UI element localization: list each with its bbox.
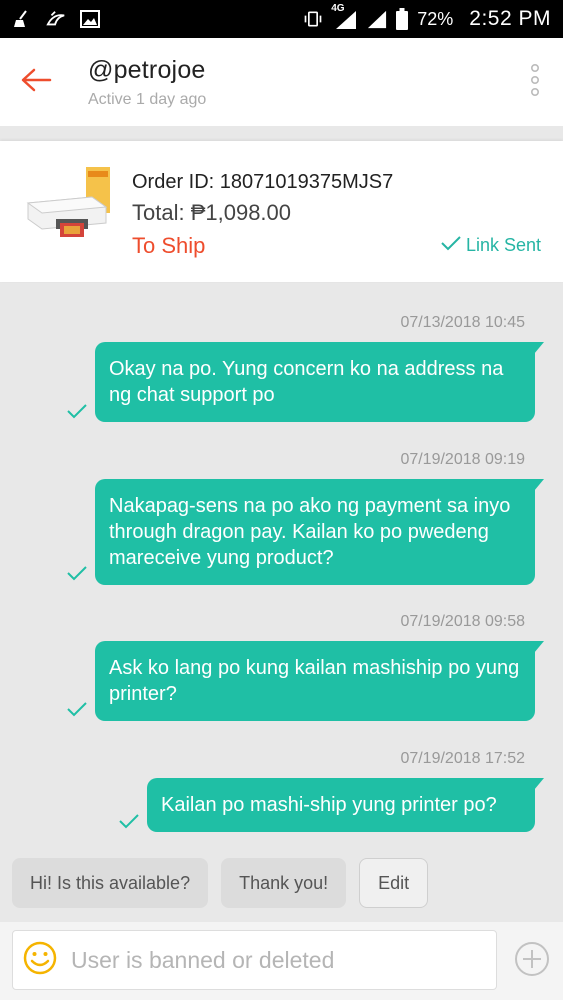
battery-level: 72% [417, 8, 454, 29]
message-timestamp: 07/19/2018 09:58 [400, 613, 525, 630]
order-card[interactable]: Order ID: 18071019375MJS7 Total: ₱1,098.… [0, 141, 563, 282]
vibrate-icon [303, 9, 323, 29]
emoji-button[interactable] [13, 930, 67, 990]
edit-quick-replies-button[interactable]: Edit [359, 858, 429, 908]
signal-icon [367, 9, 387, 29]
check-icon [118, 812, 140, 830]
more-options-button[interactable] [507, 38, 563, 126]
message-timestamp: 07/19/2018 17:52 [400, 750, 525, 767]
message-bubble[interactable]: Nakapag-sens na po ako ng payment sa iny… [95, 479, 544, 585]
check-icon [66, 564, 88, 582]
message-bubble[interactable]: Ask ko lang po kung kailan mashiship po … [95, 641, 544, 721]
link-sent-status: Link Sent [440, 234, 541, 257]
signal-icon: 4G [331, 3, 359, 29]
back-button[interactable] [0, 38, 72, 126]
message-input[interactable]: User is banned or deleted [12, 930, 497, 990]
message-list[interactable]: 07/13/2018 10:45 Okay na po. Yung concer… [0, 282, 563, 852]
message-bubble[interactable]: Kailan po mashi-ship yung printer po? [147, 778, 544, 832]
emoji-icon [23, 941, 57, 980]
chat-header: @petrojoe Active 1 day ago [0, 38, 563, 126]
clock: 2:52 PM [469, 7, 551, 30]
order-id: Order ID: 18071019375MJS7 [132, 171, 394, 193]
printer-product-image [22, 163, 114, 241]
attach-button[interactable] [513, 940, 551, 978]
quick-replies: Hi! Is this available? Thank you! Edit [12, 858, 429, 910]
plus-circle-icon [513, 942, 551, 982]
page-title: @petrojoe [88, 55, 206, 84]
network-type: 4G [331, 3, 345, 14]
bird-icon [46, 9, 66, 29]
broom-icon [12, 9, 32, 29]
link-sent-label: Link Sent [465, 235, 541, 255]
message-timestamp: 07/19/2018 09:19 [400, 451, 525, 468]
check-icon [440, 234, 462, 257]
check-icon [66, 402, 88, 420]
order-total: Total: ₱1,098.00 [132, 200, 292, 225]
order-status: To Ship [132, 233, 206, 258]
input-placeholder: User is banned or deleted [71, 946, 335, 973]
message-bubble[interactable]: Okay na po. Yung concern ko na address n… [95, 342, 544, 422]
back-arrow-icon [20, 68, 52, 97]
active-status: Active 1 day ago [88, 90, 207, 108]
compose-bar: User is banned or deleted [0, 922, 563, 1000]
image-icon [80, 9, 100, 29]
more-vertical-icon [530, 63, 540, 102]
battery-icon [395, 8, 409, 30]
status-bar: 4G 72% 2:52 PM [0, 0, 563, 38]
quick-reply-button[interactable]: Hi! Is this available? [12, 858, 209, 908]
message-timestamp: 07/13/2018 10:45 [400, 314, 525, 331]
check-icon [66, 700, 88, 718]
quick-reply-button[interactable]: Thank you! [221, 858, 347, 908]
